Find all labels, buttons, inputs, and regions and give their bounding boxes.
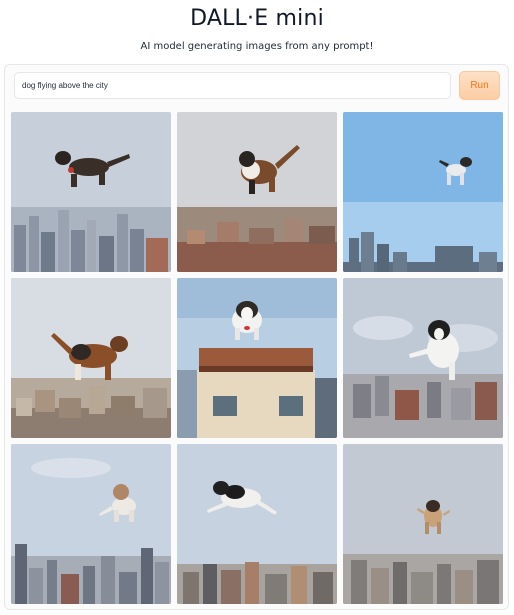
generated-image-2[interactable] [177, 112, 337, 272]
generated-image-9-picture [343, 444, 503, 604]
generated-image-5-picture [177, 278, 337, 438]
generated-image-4[interactable] [11, 278, 171, 438]
generated-image-6[interactable] [343, 278, 503, 438]
generated-image-9[interactable] [343, 444, 503, 604]
prompt-input[interactable] [14, 72, 451, 99]
generated-image-4-picture [11, 278, 171, 438]
generated-image-7[interactable] [11, 444, 171, 604]
generator-panel: Run [4, 64, 509, 610]
page-subtitle: AI model generating images from any prom… [140, 41, 374, 52]
generated-image-7-picture [11, 444, 171, 604]
generated-image-3[interactable] [343, 112, 503, 272]
page-title: DALL·E mini [190, 6, 324, 31]
generated-image-8-picture [177, 444, 337, 604]
generated-image-5[interactable] [177, 278, 337, 438]
generated-image-2-picture [177, 112, 337, 272]
generated-image-8[interactable] [177, 444, 337, 604]
generated-image-3-picture [343, 112, 503, 272]
image-gallery [11, 112, 503, 606]
run-button[interactable]: Run [459, 71, 500, 100]
generated-image-6-picture [343, 278, 503, 438]
generated-image-1[interactable] [11, 112, 171, 272]
app: DALL·E mini AI model generating images f… [0, 0, 514, 615]
generated-image-1-picture [11, 112, 171, 272]
header: DALL·E mini AI model generating images f… [0, 0, 514, 62]
